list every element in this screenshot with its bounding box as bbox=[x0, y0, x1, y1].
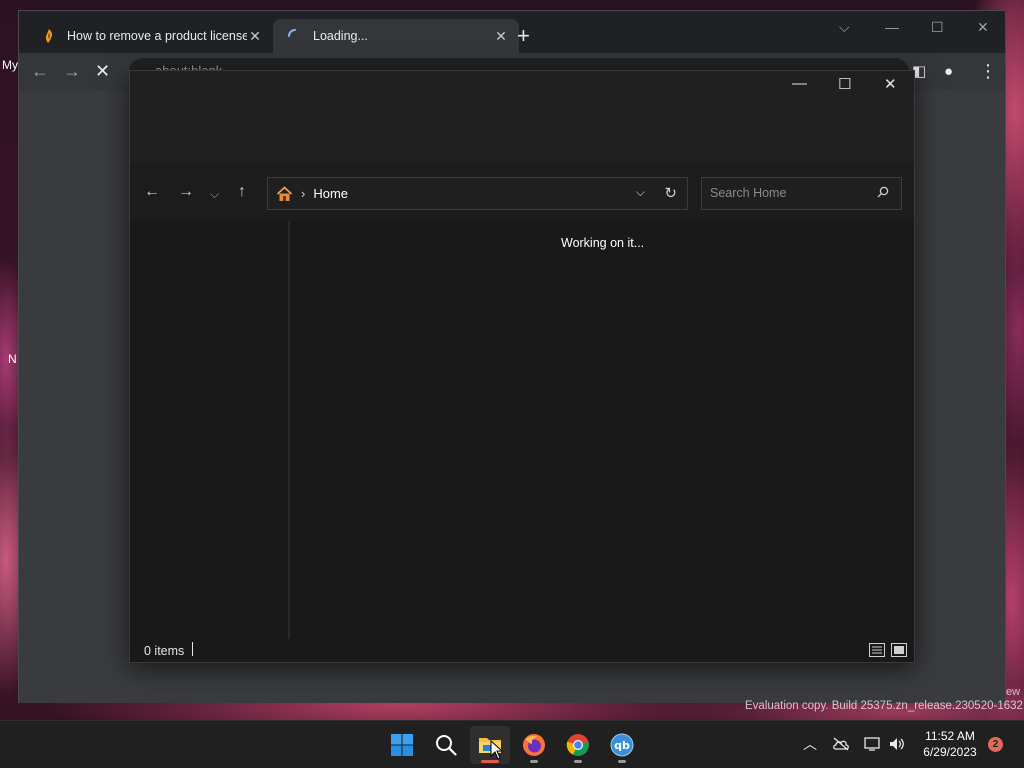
item-count: 0 items bbox=[144, 644, 185, 658]
taskbar: qb ︿ 11:52 AM 6/29/2023 2 bbox=[0, 720, 1024, 768]
file-explorer-window: — ☐ ✕ ← → ⌵ ↑ › Home ⌵ ↻ Worki bbox=[129, 70, 915, 663]
home-icon bbox=[276, 185, 293, 201]
onedrive-offline-icon[interactable] bbox=[832, 737, 850, 751]
desktop-icon-label-fragment: My bbox=[2, 58, 18, 72]
desktop-label-fragment: ew bbox=[1006, 686, 1021, 698]
fl-studio-icon bbox=[45, 29, 53, 43]
refresh-icon[interactable]: ↻ bbox=[664, 184, 677, 202]
explorer-title-bar: — ☐ ✕ bbox=[130, 71, 914, 163]
explorer-navigation-bar: ← → ⌵ ↑ › Home ⌵ ↻ bbox=[130, 163, 914, 221]
network-icon[interactable] bbox=[864, 736, 882, 752]
up-arrow-icon[interactable]: ↑ bbox=[238, 183, 246, 201]
volume-icon[interactable] bbox=[888, 736, 906, 752]
browser-minimize-button[interactable]: — bbox=[885, 19, 899, 35]
chrome-taskbar-button[interactable] bbox=[558, 726, 598, 764]
breadcrumb-separator-icon: › bbox=[301, 186, 306, 201]
tab-product-license[interactable]: How to remove a product license ✕ bbox=[27, 19, 273, 53]
search-box[interactable] bbox=[701, 177, 902, 210]
evaluation-watermark: Evaluation copy. Build 25375.zn_release.… bbox=[745, 700, 1023, 712]
recent-locations-chevron-icon[interactable]: ⌵ bbox=[210, 185, 219, 203]
back-arrow-icon[interactable]: ← bbox=[31, 61, 49, 81]
firefox-taskbar-button[interactable] bbox=[514, 726, 554, 764]
search-button[interactable] bbox=[426, 726, 466, 764]
menu-kebab-icon[interactable]: ⋮ bbox=[979, 61, 997, 81]
browser-maximize-button[interactable]: ☐ bbox=[931, 19, 944, 36]
running-indicator bbox=[618, 760, 626, 763]
tab-close-icon[interactable]: ✕ bbox=[493, 28, 509, 45]
large-icons-view-icon[interactable] bbox=[891, 643, 907, 657]
qbittorrent-taskbar-button[interactable]: qb bbox=[602, 726, 642, 764]
details-view-icon[interactable] bbox=[869, 643, 885, 657]
clock-time: 11:52 AM bbox=[925, 729, 975, 743]
running-indicator bbox=[530, 760, 538, 763]
search-icon bbox=[436, 735, 457, 756]
tab-loading[interactable]: Loading... ✕ bbox=[273, 19, 519, 53]
tab-search-chevron-icon[interactable]: ⌵ bbox=[839, 19, 850, 36]
back-arrow-icon[interactable]: ← bbox=[144, 183, 160, 201]
loading-spinner-icon bbox=[288, 29, 296, 37]
status-bar: 0 items bbox=[130, 639, 914, 663]
explorer-close-button[interactable]: ✕ bbox=[884, 75, 897, 93]
explorer-minimize-button[interactable]: — bbox=[792, 75, 807, 92]
profile-icon[interactable]: ● bbox=[944, 62, 953, 82]
search-icon[interactable] bbox=[877, 186, 889, 198]
breadcrumb-home[interactable]: Home bbox=[313, 186, 348, 201]
address-dropdown-chevron-icon[interactable]: ⌵ bbox=[636, 185, 645, 200]
new-tab-button[interactable]: + bbox=[517, 25, 530, 47]
chrome-icon bbox=[566, 734, 589, 756]
tab-title: Loading... bbox=[313, 29, 368, 43]
clock-date: 6/29/2023 bbox=[923, 745, 977, 759]
qbittorrent-icon: qb bbox=[610, 733, 634, 757]
content-pane[interactable]: Working on it... bbox=[290, 221, 914, 639]
active-indicator bbox=[481, 760, 499, 763]
show-hidden-icons-chevron-icon[interactable]: ︿ bbox=[803, 734, 817, 754]
firefox-icon bbox=[523, 734, 545, 756]
search-input[interactable] bbox=[710, 186, 870, 200]
windows-logo-icon bbox=[391, 734, 413, 756]
browser-close-button[interactable]: ✕ bbox=[977, 19, 989, 36]
address-breadcrumb-bar[interactable]: › Home ⌵ ↻ bbox=[267, 177, 688, 210]
forward-arrow-icon[interactable]: → bbox=[178, 183, 194, 201]
notification-badge[interactable]: 2 bbox=[988, 737, 1003, 752]
explorer-maximize-button[interactable]: ☐ bbox=[838, 75, 851, 93]
stop-loading-icon[interactable]: ✕ bbox=[95, 61, 110, 81]
running-indicator bbox=[574, 760, 582, 763]
start-button[interactable] bbox=[382, 726, 422, 764]
navigation-pane[interactable] bbox=[130, 221, 290, 639]
loading-message: Working on it... bbox=[561, 236, 645, 250]
status-divider bbox=[192, 642, 193, 656]
tab-strip: How to remove a product license ✕ Loadin… bbox=[19, 11, 1005, 53]
tab-title: How to remove a product license bbox=[67, 29, 247, 43]
tab-close-icon[interactable]: ✕ bbox=[247, 28, 263, 45]
mouse-cursor-icon bbox=[490, 740, 504, 760]
forward-arrow-icon[interactable]: → bbox=[63, 61, 81, 81]
desktop-icon-label-fragment: N bbox=[8, 352, 17, 366]
svg-text:qb: qb bbox=[614, 739, 630, 752]
system-clock[interactable]: 11:52 AM 6/29/2023 bbox=[912, 728, 988, 760]
